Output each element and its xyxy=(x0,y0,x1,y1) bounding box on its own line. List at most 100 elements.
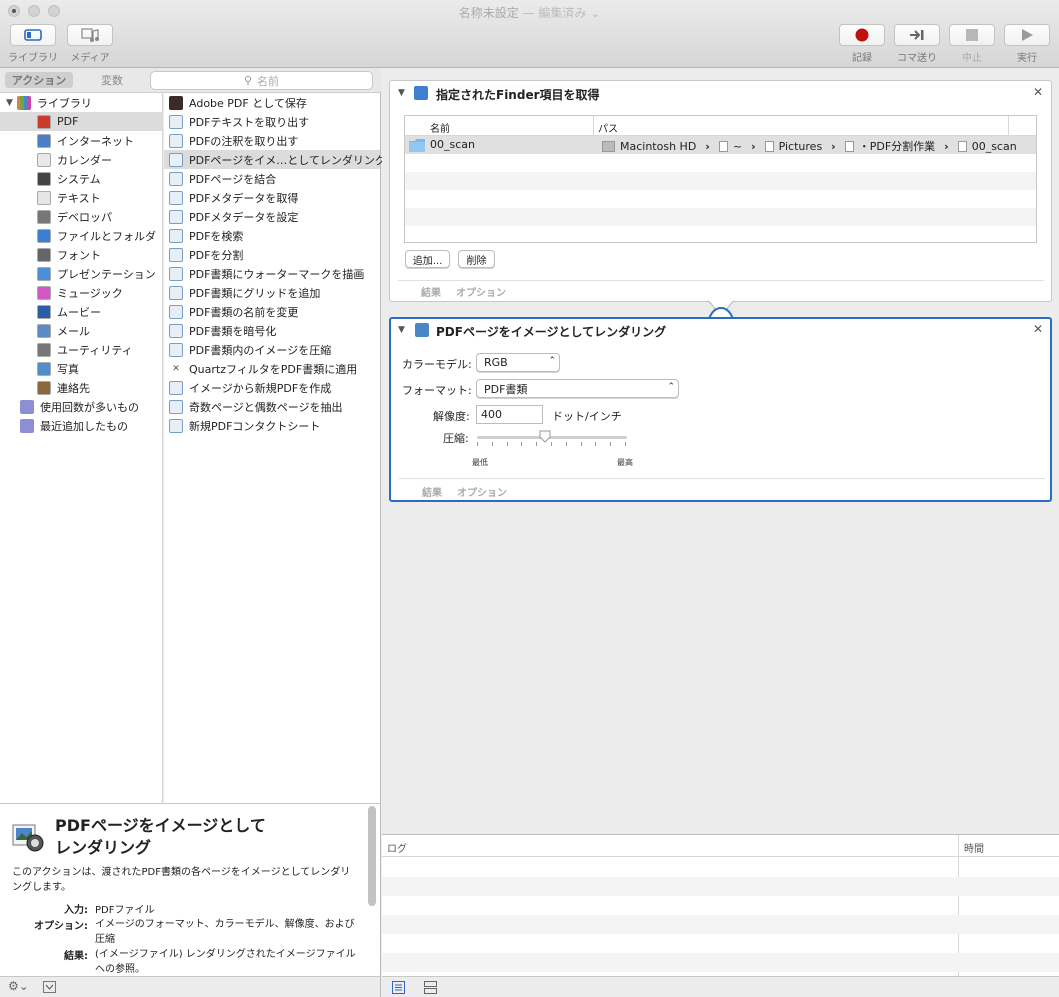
resolution-input[interactable]: 400 xyxy=(476,405,543,424)
format-label: フォーマット: xyxy=(402,384,472,397)
library-category-item[interactable]: フォント xyxy=(0,245,163,264)
compression-min-label: 最低 xyxy=(472,458,488,467)
action-item[interactable]: PDF書類の名前を変更 xyxy=(164,302,380,321)
action-item[interactable]: PDF書類を暗号化 xyxy=(164,321,380,340)
remove-button[interactable]: 削除 xyxy=(458,250,495,268)
gear-menu-icon[interactable]: ⚙⌄ xyxy=(8,979,29,993)
action-item[interactable]: イメージから新規PDFを作成 xyxy=(164,378,380,397)
step-button[interactable] xyxy=(894,24,940,46)
smart-group-item[interactable]: 使用回数が多いもの xyxy=(0,397,163,416)
library-category-item[interactable]: カレンダー xyxy=(0,150,163,169)
action-render-pdf-pages[interactable]: ▼ PDFページをイメージとしてレンダリング ✕ カラーモデル: RGB ⌃ フ… xyxy=(389,317,1052,502)
path-separator-icon: › xyxy=(831,139,836,153)
format-select[interactable]: PDF書類 ⌃ xyxy=(476,379,679,398)
action-item[interactable]: PDFページをイメ…としてレンダリング xyxy=(164,150,386,169)
table-row[interactable]: 00_scan Macintosh HD › ~ › Pictures › ・PDF分割作業… xyxy=(405,136,1036,154)
media-button[interactable] xyxy=(67,24,113,46)
slider-tick xyxy=(610,442,612,446)
column-header-time[interactable]: 時間 xyxy=(964,840,984,855)
library-books-icon xyxy=(16,95,31,110)
close-icon[interactable]: ✕ xyxy=(1033,322,1043,336)
action-item[interactable]: PDFテキストを取り出す xyxy=(164,112,380,131)
add-button[interactable]: 追加... xyxy=(405,250,450,268)
smart-folder-icon xyxy=(20,399,34,414)
action-item[interactable]: PDFを検索 xyxy=(164,226,380,245)
library-category-item[interactable]: ファイルとフォルダ xyxy=(0,226,163,245)
close-icon[interactable]: ✕ xyxy=(1033,85,1043,99)
library-category-item[interactable]: インターネット xyxy=(0,131,163,150)
library-category-item[interactable]: メール xyxy=(0,321,163,340)
folder-icon xyxy=(764,140,774,152)
options-tab[interactable]: オプション xyxy=(457,484,507,499)
search-input[interactable]: ⚲ 名前 xyxy=(150,71,373,90)
library-category-item[interactable]: システム xyxy=(0,169,163,188)
collapse-triangle-icon[interactable]: ▼ xyxy=(398,325,405,335)
action-item[interactable]: Adobe PDF として保存 xyxy=(164,93,380,112)
stop-button[interactable] xyxy=(949,24,995,46)
color-model-select[interactable]: RGB ⌃ xyxy=(476,353,560,372)
media-icon xyxy=(81,28,99,42)
record-button[interactable] xyxy=(839,24,885,46)
action-item[interactable]: PDFメタデータを設定 xyxy=(164,207,380,226)
action-item[interactable]: ✕ QuartzフィルタをPDF書類に適用 xyxy=(164,359,380,378)
resolution-value: 400 xyxy=(481,408,502,421)
column-header-name[interactable]: 名前 xyxy=(430,120,450,135)
action-item[interactable]: PDF書類内のイメージを圧縮 xyxy=(164,340,380,359)
window-title-text: 名称未設定 xyxy=(458,6,519,20)
library-category-item[interactable]: 連絡先 xyxy=(0,378,163,397)
action-item[interactable]: PDF書類にウォーターマークを描画 xyxy=(164,264,380,283)
split-view-icon[interactable] xyxy=(424,981,437,994)
library-category-label: カレンダー xyxy=(57,153,112,167)
library-category-item[interactable]: PDF xyxy=(0,112,163,131)
action-label: PDFテキストを取り出す xyxy=(189,115,310,129)
library-category-item[interactable]: デベロッパ xyxy=(0,207,163,226)
compression-slider-track[interactable] xyxy=(477,436,627,439)
description-scrollbar[interactable] xyxy=(368,806,376,906)
library-category-item[interactable]: 写真 xyxy=(0,359,163,378)
collapse-triangle-icon[interactable]: ▼ xyxy=(398,88,405,98)
action-label: PDFメタデータを設定 xyxy=(189,210,299,224)
options-tab[interactable]: オプション xyxy=(456,284,506,299)
action-item[interactable]: PDFを分割 xyxy=(164,245,380,264)
action-get-finder-items[interactable]: ▼ 指定されたFinder項目を取得 ✕ 名前 パス 00_scan Macin… xyxy=(389,80,1052,302)
smart-group-item[interactable]: 最近追加したもの xyxy=(0,416,163,435)
action-item[interactable]: PDF書類にグリッドを追加 xyxy=(164,283,380,302)
library-root[interactable]: ▼ ライブラリ xyxy=(6,93,163,112)
collapse-description-icon[interactable] xyxy=(43,981,56,993)
action-icon xyxy=(169,114,183,129)
description-title: PDFページをイメージとして レンダリング xyxy=(55,815,266,859)
list-view-icon[interactable] xyxy=(392,981,405,994)
column-header-log[interactable]: ログ xyxy=(387,840,407,855)
library-category-item[interactable]: ミュージック xyxy=(0,283,163,302)
path-component: ・PDF分割作業 xyxy=(858,140,936,153)
slider-tick xyxy=(536,442,538,446)
smart-group-label: 最近追加したもの xyxy=(40,419,128,433)
action-item[interactable]: PDFメタデータを取得 xyxy=(164,188,380,207)
library-category-item[interactable]: ユーティリティ xyxy=(0,340,163,359)
category-icon xyxy=(37,152,51,167)
action-item[interactable]: PDFの注釈を取り出す xyxy=(164,131,380,150)
library-category-label: メール xyxy=(57,324,90,338)
library-category-item[interactable]: テキスト xyxy=(0,188,163,207)
color-model-label: カラーモデル: xyxy=(402,358,472,371)
automator-window: 名称未設定 — 編集済み ⌄ ライブラリ メディア 記録 コマ送り 中止 実行 … xyxy=(0,0,1059,997)
action-label: Adobe PDF として保存 xyxy=(189,96,307,110)
render-pdf-icon xyxy=(415,323,429,337)
column-header-path[interactable]: パス xyxy=(598,120,618,135)
tab-actions[interactable]: アクション xyxy=(5,72,73,88)
action-item[interactable]: PDFページを結合 xyxy=(164,169,380,188)
action-item[interactable]: 奇数ページと偶数ページを抽出 xyxy=(164,397,380,416)
compression-slider-knob[interactable] xyxy=(539,430,551,443)
results-tab[interactable]: 結果 xyxy=(421,284,441,299)
action-item[interactable]: 新規PDFコンタクトシート xyxy=(164,416,380,435)
library-category-item[interactable]: プレゼンテーション xyxy=(0,264,163,283)
disclosure-triangle-icon[interactable]: ▼ xyxy=(6,98,13,108)
run-button[interactable] xyxy=(1004,24,1050,46)
edited-status: — 編集済み ⌄ xyxy=(522,6,601,20)
library-category-label: ミュージック xyxy=(57,286,123,300)
tab-variables[interactable]: 変数 xyxy=(78,72,146,88)
library-toggle-button[interactable] xyxy=(10,24,56,46)
library-category-item[interactable]: ムービー xyxy=(0,302,163,321)
stop-icon xyxy=(966,29,978,41)
results-tab[interactable]: 結果 xyxy=(422,484,442,499)
